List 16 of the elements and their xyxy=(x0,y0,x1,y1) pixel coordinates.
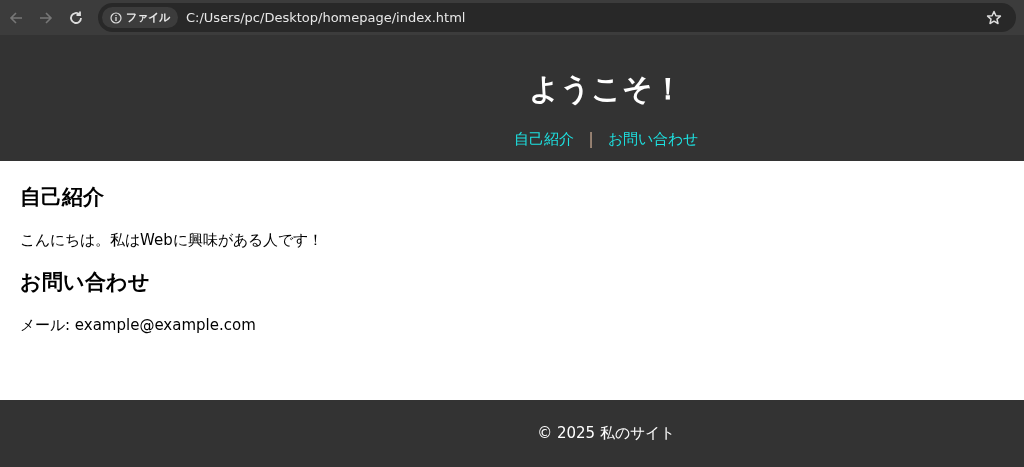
info-icon xyxy=(110,11,122,24)
section-heading: 自己紹介 xyxy=(20,184,105,211)
section-heading: お問い合わせ xyxy=(20,269,151,296)
nav-link[interactable]: お問い合わせ xyxy=(607,130,698,149)
nav-link[interactable]: 自己紹介 xyxy=(514,130,575,149)
forward-icon[interactable] xyxy=(38,9,54,26)
section-text: メール: example@example.com xyxy=(20,316,257,335)
reload-icon[interactable] xyxy=(68,9,84,26)
footer-text: © 2025 私のサイト xyxy=(537,424,675,443)
site-title: ようこそ！ xyxy=(529,70,683,108)
back-icon[interactable] xyxy=(8,9,24,26)
site-info-chip[interactable]: ファイル xyxy=(102,7,178,28)
nav-separator: | xyxy=(588,130,594,149)
section-text: こんにちは。私はWebに興味がある人です！ xyxy=(20,231,324,250)
address-field[interactable]: C:/Users/pc/Desktop/homepage/index.html xyxy=(186,10,978,25)
star-icon[interactable] xyxy=(986,9,1002,26)
